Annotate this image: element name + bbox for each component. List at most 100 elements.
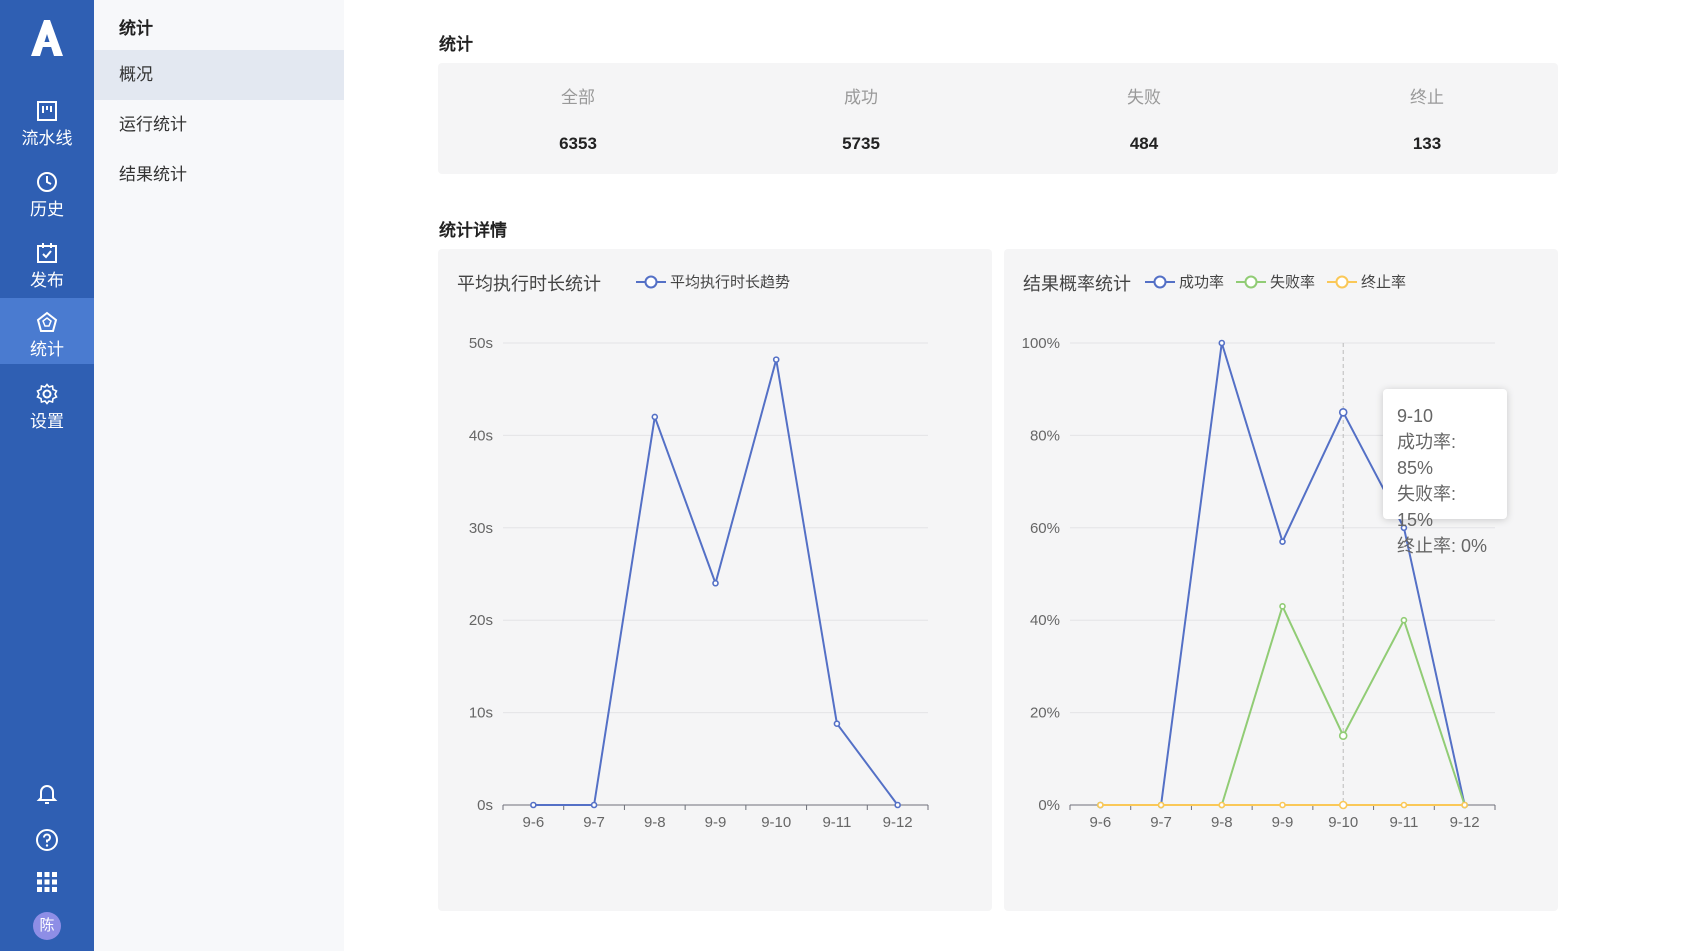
rate-panel: 结果概率统计 成功率 失败率 终止率 0% 20% 40% 60% 80% 100% 9-6… [1004, 249, 1558, 911]
stat-label: 失败 [1127, 88, 1161, 107]
y-tick-label: 80% [1030, 427, 1060, 444]
rail-label: 发布 [30, 271, 64, 290]
rail-label: 统计 [30, 340, 64, 359]
duration-chart: 0s 10s 20s 30s 40s 50s 9-6 9-7 9-8 9-9 9-10 9-11 9-1… [469, 335, 929, 831]
x-tick-label: 9-9 [1272, 814, 1294, 831]
x-tick-label: 9-11 [822, 814, 851, 831]
rail-item-release[interactable]: 发布 [0, 229, 94, 295]
bell-icon [36, 785, 58, 804]
data-point [1279, 538, 1286, 545]
y-tick-label: 0s [477, 797, 493, 814]
data-point [1400, 801, 1408, 809]
x-tick-label: 9-6 [523, 814, 545, 831]
data-point [1338, 408, 1348, 417]
data-point [772, 356, 780, 363]
x-tick-label: 9-6 [1090, 814, 1112, 831]
x-tick-label: 9-9 [705, 814, 727, 831]
summary-card: 全部 6353 成功 5735 失败 484 终止 133 [438, 63, 1558, 174]
y-tick-label: 40s [469, 427, 493, 444]
rail-item-stats[interactable]: 统计 [0, 298, 94, 364]
series-line [1100, 605, 1466, 806]
stat-value: 484 [1129, 134, 1159, 153]
data-point [833, 720, 841, 727]
y-tick-label: 20s [469, 612, 493, 629]
stat-label: 成功 [844, 88, 878, 107]
avatar[interactable]: 陈 [33, 912, 61, 940]
stat-failed: 失败 484 [1004, 83, 1284, 154]
clock-icon [37, 172, 57, 192]
rate-chart: 0% 20% 40% 60% 80% 100% 9-6 9-7 9-8 9-9 9-10 9-11 9-… [1022, 335, 1496, 831]
summary-title: 统计 [439, 35, 473, 54]
tooltip-line: 失败率: 15% [1397, 484, 1457, 530]
rail-item-pipeline[interactable]: 流水线 [0, 87, 94, 153]
stat-value: 5735 [842, 134, 880, 153]
tooltip-line: 终止率: 0% [1397, 536, 1488, 556]
data-point [590, 801, 598, 809]
help-button[interactable] [0, 828, 94, 857]
duration-panel: 平均执行时长统计 平均执行时长趋势 0s 10s 20s 30s 40s 50s 9-6 9-… [438, 249, 992, 911]
apps-grid-icon [37, 872, 57, 892]
sub-nav-item-overview[interactable]: 概况 [94, 50, 344, 100]
help-icon [36, 829, 58, 851]
data-point [1279, 603, 1286, 610]
apps-button[interactable] [0, 870, 94, 899]
notification-button[interactable] [0, 781, 94, 810]
app-logo[interactable] [27, 18, 67, 58]
sub-nav-title: 统计 [119, 19, 153, 38]
x-tick-label: 9-12 [883, 814, 913, 831]
data-point [530, 801, 537, 809]
rail-item-history[interactable]: 历史 [0, 158, 94, 224]
x-tick-label: 9-12 [1450, 814, 1480, 831]
x-tick-label: 9-7 [583, 814, 605, 831]
data-point [1400, 616, 1408, 624]
y-tick-label: 20% [1030, 705, 1060, 722]
stat-success: 成功 5735 [721, 83, 1001, 154]
calendar-check-icon [37, 243, 57, 263]
data-point [1279, 801, 1286, 809]
rail-item-settings[interactable]: 设置 [0, 370, 94, 436]
data-point [651, 413, 659, 421]
stat-total: 全部 6353 [438, 83, 718, 154]
stat-aborted: 终止 133 [1287, 83, 1567, 154]
data-point [1338, 731, 1348, 741]
stat-value: 133 [1412, 134, 1442, 153]
y-tick-label: 0% [1038, 797, 1060, 814]
data-point [1097, 801, 1104, 809]
data-point [1218, 801, 1226, 809]
tooltip-line: 成功率: 85% [1397, 432, 1457, 478]
sub-nav: 统计 概况 运行统计 结果统计 [94, 0, 344, 951]
y-tick-label: 40% [1030, 612, 1060, 629]
sub-nav-item-run-stats[interactable]: 运行统计 [94, 100, 344, 150]
y-tick-label: 30s [469, 520, 493, 537]
chart-tooltip: 9-10 成功率: 85% 失败率: 15% 终止率: 0% [1383, 389, 1507, 556]
stat-value: 6353 [559, 134, 597, 153]
y-tick-label: 100% [1022, 335, 1060, 352]
x-tick-label: 9-8 [644, 814, 666, 831]
stat-label: 全部 [561, 88, 595, 107]
details-title: 统计详情 [439, 221, 507, 240]
rail-label: 历史 [30, 200, 64, 219]
x-tick-label: 9-11 [1389, 814, 1418, 831]
data-point [1338, 800, 1348, 810]
y-tick-label: 50s [469, 335, 493, 352]
x-tick-label: 9-10 [1328, 814, 1358, 831]
y-tick-label: 10s [469, 705, 493, 722]
rail-label: 流水线 [21, 129, 73, 148]
pipeline-icon [37, 101, 57, 121]
data-point [712, 579, 719, 587]
y-tick-label: 60% [1030, 520, 1060, 537]
data-point [894, 801, 901, 809]
data-point [1461, 801, 1468, 809]
data-point [1218, 339, 1226, 347]
x-tick-label: 9-10 [761, 814, 791, 831]
x-tick-label: 9-8 [1211, 814, 1233, 831]
sub-nav-item-result-stats[interactable]: 结果统计 [94, 150, 344, 200]
tooltip-date: 9-10 [1397, 406, 1434, 426]
gear-icon [36, 383, 58, 405]
x-tick-label: 9-7 [1150, 814, 1172, 831]
stat-label: 终止 [1410, 88, 1444, 107]
rail-label: 设置 [30, 412, 64, 431]
app-rail: 流水线 历史 发布 统计 设置 陈 [0, 0, 94, 951]
pentagon-chart-icon [36, 311, 58, 332]
data-point [1157, 801, 1165, 809]
